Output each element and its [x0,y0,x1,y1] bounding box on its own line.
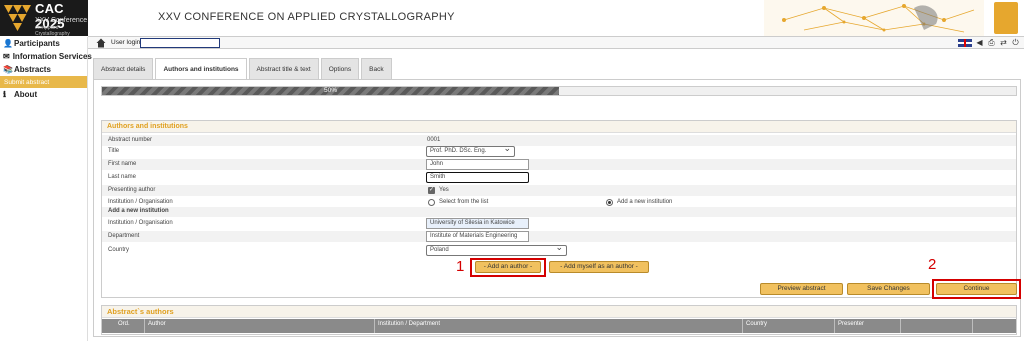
first-name-label: First name [108,161,137,167]
last-name-field[interactable]: Smith [426,172,529,183]
sidebar-item-abstracts[interactable]: 📚 Abstracts [0,63,87,76]
add-new-heading: Add a new institution [108,208,169,214]
user-login-label: User login [111,39,141,46]
society-badge-icon[interactable] [994,2,1018,34]
back-circle-icon[interactable]: ◀ [975,38,984,47]
sidebar-item-label: Information Services [12,52,92,61]
tab-back[interactable]: Back [361,58,392,79]
sidebar-item-label: Abstracts [14,65,51,74]
progress-bar: 50% [101,86,1017,96]
sidebar-item-label: Participants [14,39,60,48]
power-icon[interactable]: ⏻ [1011,38,1020,47]
header: XXV CONFERENCE ON APPLIED CRYSTALLOGRAPH… [88,0,1024,36]
presenting-author-label: Presenting author [108,187,156,193]
column-author: Author [148,321,166,327]
last-name-label: Last name [108,174,137,180]
uk-flag-icon[interactable] [958,38,972,47]
column-divider [972,319,973,333]
continue-button[interactable]: Continue [936,283,1017,295]
annotation-number-1: 1 [456,258,465,275]
logo-subtitle-2: on Applied Crystallography [35,25,70,37]
add-new-institution-label: Add a new institution [617,199,673,205]
tab-options[interactable]: Options [320,58,360,79]
sidebar-item-submit-abstract[interactable]: Submit abstract [0,76,87,88]
add-author-button[interactable]: - Add an author - [475,261,541,273]
presenting-author-yes: Yes [439,187,449,193]
triangles-logo-icon [4,5,31,31]
title-select[interactable]: Prof. PhD. DSc. Eng. [426,144,515,157]
tab-authors-and-institutions[interactable]: Authors and institutions [155,58,247,80]
institution-row: Institution / Organisation University of… [102,218,1016,229]
presenting-author-checkbox[interactable]: ✓ [428,187,435,194]
country-row: Country Poland [102,243,1016,256]
toolbar-icons: ◀ ⎙ ⇄ ⏻ [958,38,1020,47]
column-institution: Institution / Department [378,321,441,327]
column-divider [144,319,145,333]
section-title: Authors and institutions [102,121,1016,133]
sidebar-item-participants[interactable]: 👤 Participants [0,37,87,50]
country-select[interactable]: Poland [426,243,567,256]
institution-choice-label: Institution / Organisation [108,199,173,205]
annotation-number-2: 2 [928,256,937,273]
department-label: Department [108,233,140,239]
save-changes-button[interactable]: Save Changes [847,283,930,295]
column-divider [374,319,375,333]
envelope-icon: ✉ [3,51,10,61]
progress-label: 50% [323,87,337,94]
column-divider [900,319,901,333]
select-from-list-label: Select from the list [439,199,489,205]
print-icon[interactable]: ⎙ [987,38,996,47]
abstract-number-value: 0001 [427,137,441,143]
first-name-row: First name John [102,159,1016,170]
presenting-author-row: Presenting author ✓ Yes [102,185,1016,196]
home-icon[interactable] [96,38,106,48]
conference-logo[interactable]: CAC 2025 XXV Conference on Applied Cryst… [0,0,88,37]
column-divider [742,319,743,333]
column-ord: Ord. [118,321,130,327]
tab-bar: Abstract details Authors and institution… [93,58,392,80]
sidebar-item-information-services[interactable]: ✉ Information Services [0,50,92,63]
authors-table: Abstract`s authors Ord. Author Instituti… [101,305,1017,335]
first-name-field[interactable]: John [426,159,529,170]
switch-icon[interactable]: ⇄ [999,38,1008,47]
tab-abstract-title-text[interactable]: Abstract title & text [248,58,319,79]
country-label: Country [108,247,130,253]
info-icon: ℹ [3,89,7,99]
department-field[interactable]: Institute of Materials Engineering [426,231,529,242]
radio-add-new-institution[interactable] [606,199,613,206]
sidebar: 👤 Participants ✉ Information Services 📚 … [0,37,92,341]
add-myself-button[interactable]: - Add myself as an author - [549,261,649,273]
abstract-number-row: Abstract number 0001 [102,135,1016,146]
column-country: Country [746,321,768,327]
abstract-number-label: Abstract number [108,137,153,143]
user-login-input[interactable] [140,38,220,48]
page-title: XXV CONFERENCE ON APPLIED CRYSTALLOGRAPH… [158,11,455,23]
crystal-network-decoration-icon [764,0,984,36]
institution-label: Institution / Organisation [108,220,173,226]
institution-field[interactable]: University of Silesia in Katowice [426,218,529,229]
last-name-row: Last name Smith [102,172,1016,183]
sidebar-item-label: About [14,90,38,99]
abstracts-icon: 📚 [3,64,13,74]
tab-abstract-details[interactable]: Abstract details [93,58,154,79]
radio-select-from-list[interactable] [428,199,435,206]
title-row: Title Prof. PhD. DSc. Eng. [102,144,1016,157]
title-label: Title [108,148,120,154]
add-new-heading-row: Add a new institution [102,207,1016,217]
preview-abstract-button[interactable]: Preview abstract [760,283,843,295]
authors-table-header: Ord. Author Institution / Department Cou… [102,319,1016,333]
user-icon: 👤 [3,38,13,48]
user-bar: User login ◀ ⎙ ⇄ ⏻ [88,36,1024,49]
logo-subtitle: XXV Conference [35,17,88,24]
department-row: Department Institute of Materials Engine… [102,231,1016,242]
column-presenter: Presenter [838,321,865,327]
sidebar-item-about[interactable]: ℹ About [0,88,87,101]
authors-table-title: Abstract`s authors [102,306,1016,318]
column-divider [834,319,835,333]
